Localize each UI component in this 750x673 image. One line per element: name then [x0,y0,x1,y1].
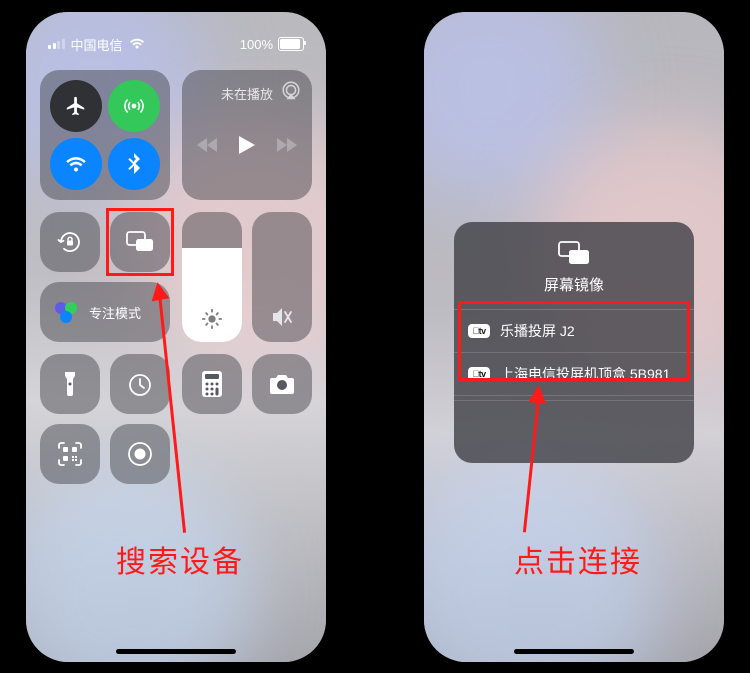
focus-label: 专注模式 [89,303,141,322]
annotation-highlight-box [106,208,174,276]
wifi-icon [129,38,145,50]
bluetooth-icon [127,153,141,175]
wifi-icon [64,154,88,174]
connectivity-module [40,70,170,200]
battery-icon [278,37,304,51]
next-track-icon[interactable] [277,138,297,152]
prev-track-icon[interactable] [197,138,217,152]
wifi-button[interactable] [50,138,102,190]
home-indicator[interactable] [116,649,236,654]
signal-bars-icon [48,39,65,49]
annotation-caption-right: 点击连接 [514,537,642,581]
airplane-mode-button[interactable] [50,80,102,132]
status-bar: 中国电信 100% [26,34,326,54]
antenna-icon [122,94,146,118]
annotation-caption-left: 搜索设备 [116,537,244,581]
record-icon [127,441,153,467]
sun-icon [201,308,223,330]
annotation-highlight-box [458,301,690,381]
qr-icon [57,441,83,467]
play-icon[interactable] [239,136,255,154]
calculator-button[interactable] [182,354,242,414]
screen-mirror-title: 屏幕镜像 [544,274,604,295]
volume-slider[interactable] [252,212,312,342]
screen-record-button[interactable] [110,424,170,484]
phone-right-screen-mirror: 屏幕镜像 tv 乐播投屏 J2 tv 上海电信投屏机顶盒 5B981 点击连… [424,12,724,662]
camera-icon [268,373,296,395]
timer-icon [127,371,153,397]
bluetooth-button[interactable] [108,138,160,190]
screen-mirror-icon [557,240,591,266]
brightness-slider[interactable] [182,212,242,342]
camera-button[interactable] [252,354,312,414]
airplay-icon[interactable] [280,80,302,102]
volume-mute-icon [270,306,294,328]
media-module[interactable]: 未在播放 [182,70,312,200]
orientation-lock-button[interactable] [40,212,100,272]
orientation-lock-icon [56,228,84,256]
timer-button[interactable] [110,354,170,414]
moon-icon [52,298,80,326]
flashlight-button[interactable] [40,354,100,414]
phone-left-control-center: 中国电信 100% [26,12,326,662]
home-indicator[interactable] [514,649,634,654]
airplane-icon [65,95,87,117]
cellular-data-button[interactable] [108,80,160,132]
carrier-label: 中国电信 [71,35,123,54]
qr-scan-button[interactable] [40,424,100,484]
battery-pct: 100% [240,37,273,52]
flashlight-icon [63,370,77,398]
calculator-icon [201,370,223,398]
